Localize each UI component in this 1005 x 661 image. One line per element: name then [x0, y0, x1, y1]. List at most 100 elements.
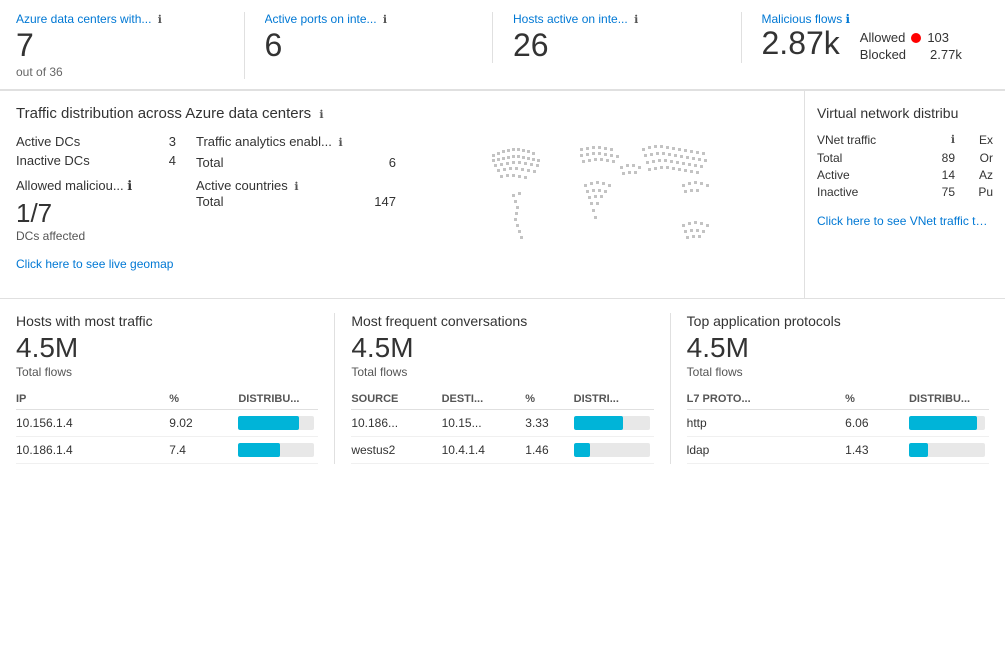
- conversations-table: SOURCE DESTI... % DISTRI... 10.186... 10…: [351, 389, 653, 464]
- vnet-inactive-extra: Pu: [963, 185, 993, 199]
- azure-dc-value: 7: [16, 28, 224, 63]
- conv-bar-2: [574, 436, 654, 463]
- analytics-enabled-label: Traffic analytics enabl...: [196, 134, 332, 149]
- proto-name-1: http: [687, 409, 846, 436]
- inactive-dcs-label: Inactive DCs: [16, 153, 90, 168]
- vnet-row-total: Total 89 Or: [817, 151, 993, 165]
- table-row: http 6.06: [687, 409, 989, 436]
- blocked-label: Blocked: [860, 47, 906, 62]
- malicious-flows-info-icon: ℹ: [846, 12, 851, 26]
- conv-pct-2: 1.46: [525, 436, 573, 463]
- protocols-sub: Total flows: [687, 365, 989, 379]
- protocols-header-row: L7 PROTO... % DISTRIBU...: [687, 389, 989, 410]
- vnet-inactive-label: Inactive: [817, 185, 917, 199]
- azure-dc-title[interactable]: Azure data centers with... ℹ: [16, 12, 176, 26]
- hosts-active-value: 26: [513, 28, 721, 63]
- stat-row-active-dcs: Active DCs 3: [16, 134, 176, 149]
- azure-dc-title-text: Azure data centers with...: [16, 12, 151, 26]
- hosts-traffic-value: 4.5M: [16, 331, 318, 365]
- hosts-pct-2: 7.4: [169, 436, 238, 463]
- conversations-value: 4.5M: [351, 331, 653, 365]
- active-dcs-label: Active DCs: [16, 134, 80, 149]
- hosts-active-title-text: Hosts active on inte...: [513, 12, 628, 26]
- conv-source-1: 10.186...: [351, 409, 441, 436]
- hosts-pct-1: 9.02: [169, 409, 238, 436]
- hosts-active-info-icon: ℹ: [634, 14, 638, 26]
- allowed-malicious-label: Allowed maliciou...: [16, 178, 124, 193]
- hosts-bar-1: [238, 409, 318, 436]
- vnet-active-extra: Az: [963, 168, 993, 182]
- analytics-total-row: Total 6: [196, 155, 396, 170]
- traffic-dist-info-icon: ℹ: [319, 109, 323, 121]
- conv-th-source: SOURCE: [351, 389, 441, 410]
- conv-th-dest: DESTI...: [442, 389, 526, 410]
- protocols-table: L7 PROTO... % DISTRIBU... http 6.06 ldap…: [687, 389, 989, 464]
- protocols-value: 4.5M: [687, 331, 989, 365]
- analytics-total-label: Total: [196, 155, 223, 170]
- fraction-value: 1/7: [16, 198, 176, 229]
- hosts-active-metric: Hosts active on inte... ℹ 26: [513, 12, 742, 63]
- vnet-row-inactive: Inactive 75 Pu: [817, 185, 993, 199]
- vnet-link[interactable]: Click here to see VNet traffic topol: [817, 214, 993, 228]
- red-dot-icon: [911, 33, 921, 43]
- vnet-col1-header: VNet traffic: [817, 133, 943, 147]
- azure-dc-metric: Azure data centers with... ℹ 7 out of 36: [16, 12, 245, 79]
- world-map-area: [416, 134, 788, 284]
- stat-row-inactive-dcs: Inactive DCs 4: [16, 153, 176, 168]
- proto-name-2: ldap: [687, 436, 846, 463]
- traffic-left-col: Active DCs 3 Inactive DCs 4 Allowed mali…: [16, 134, 176, 284]
- hosts-bar-2: [238, 436, 318, 463]
- total-countries-row: Total 147: [196, 194, 396, 209]
- vnet-active-label: Active: [817, 168, 917, 182]
- active-ports-title[interactable]: Active ports on inte... ℹ: [265, 12, 425, 26]
- active-countries-block: Active countries ℹ Total 147: [196, 178, 396, 209]
- table-row: 10.156.1.4 9.02: [16, 409, 318, 436]
- world-map-svg: [472, 134, 732, 284]
- hosts-active-title[interactable]: Hosts active on inte... ℹ: [513, 12, 673, 26]
- conv-pct-1: 3.33: [525, 409, 573, 436]
- allowed-malicious-block: Allowed maliciou... ℹ 1/7 DCs affected: [16, 178, 176, 243]
- table-row: 10.186.1.4 7.4: [16, 436, 318, 463]
- vnet-active-val: 14: [925, 168, 955, 182]
- virtual-network-title: Virtual network distribu: [817, 105, 993, 121]
- hosts-th-pct: %: [169, 389, 238, 410]
- traffic-dist-title-text: Traffic distribution across Azure data c…: [16, 105, 311, 122]
- main-content: Traffic distribution across Azure data c…: [0, 91, 1005, 298]
- allowed-malicious-info-icon: ℹ: [127, 178, 132, 193]
- active-ports-title-text: Active ports on inte...: [265, 12, 377, 26]
- allowed-count: 103: [927, 30, 949, 45]
- malicious-flows-title-text: Malicious flows: [762, 12, 843, 26]
- traffic-distribution-panel: Traffic distribution across Azure data c…: [0, 91, 805, 298]
- active-ports-value: 6: [265, 28, 473, 63]
- vnet-total-extra: Or: [963, 151, 993, 165]
- active-dcs-value: 3: [169, 134, 176, 149]
- vnet-row-active: Active 14 Az: [817, 168, 993, 182]
- vnet-col2-header: ℹ: [951, 133, 955, 147]
- proto-bar-1: [909, 409, 989, 436]
- malicious-flows-metric: Malicious flows ℹ 2.87k Allowed 103 Bloc…: [762, 12, 990, 62]
- proto-th-pct: %: [845, 389, 909, 410]
- vnet-col3-header: Ex: [963, 133, 993, 147]
- proto-th-distrib: DISTRIBU...: [909, 389, 989, 410]
- hosts-ip-1: 10.156.1.4: [16, 409, 169, 436]
- malicious-flows-title[interactable]: Malicious flows ℹ: [762, 12, 970, 26]
- inactive-dcs-value: 4: [169, 153, 176, 168]
- conv-bar-1: [574, 409, 654, 436]
- conversations-title: Most frequent conversations: [351, 313, 653, 329]
- conv-th-distrib: DISTRI...: [574, 389, 654, 410]
- analytics-enabled-row: Traffic analytics enabl... ℹ: [196, 134, 396, 149]
- analytics-total-value: 6: [389, 155, 396, 170]
- proto-th-name: L7 PROTO...: [687, 389, 846, 410]
- virtual-network-title-text: Virtual network distribu: [817, 105, 958, 121]
- vnet-total-val: 89: [925, 151, 955, 165]
- malicious-body: 2.87k Allowed 103 Blocked 2.77k: [762, 26, 970, 62]
- hosts-th-distrib: DISTRIBU...: [238, 389, 318, 410]
- total-countries-value: 147: [374, 194, 396, 209]
- active-ports-metric: Active ports on inte... ℹ 6: [265, 12, 494, 63]
- table-row: 10.186... 10.15... 3.33: [351, 409, 653, 436]
- geomap-link[interactable]: Click here to see live geomap: [16, 257, 173, 271]
- conv-dest-1: 10.15...: [442, 409, 526, 436]
- hosts-traffic-panel: Hosts with most traffic 4.5M Total flows…: [0, 313, 335, 464]
- hosts-traffic-sub: Total flows: [16, 365, 318, 379]
- protocols-title: Top application protocols: [687, 313, 989, 329]
